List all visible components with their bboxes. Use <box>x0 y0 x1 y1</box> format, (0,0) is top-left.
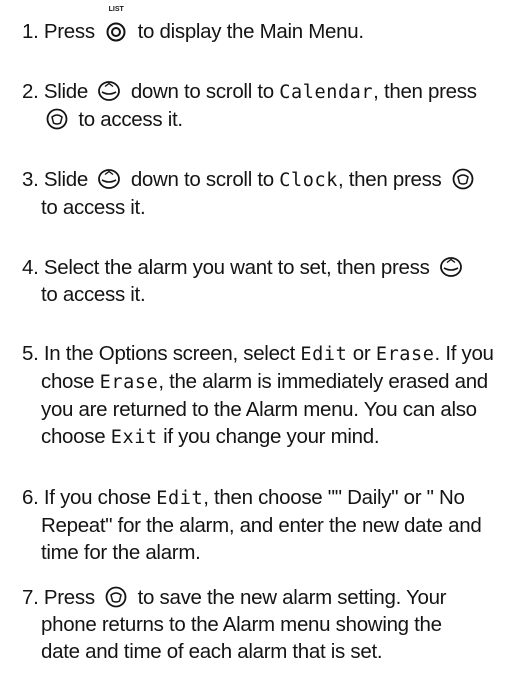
option-erase: Erase <box>99 372 159 393</box>
step-3: 3. Slide down to scroll to Clock, then p… <box>22 166 498 221</box>
nav-key-icon <box>97 80 121 102</box>
step-text: , then press <box>337 168 442 191</box>
step-number: 1. <box>22 20 39 43</box>
step-number: 3. <box>22 168 39 191</box>
step-text: If you chose <box>43 486 151 509</box>
option-exit: Exit <box>110 427 158 448</box>
list-key-icon: LIST <box>104 6 128 42</box>
step-number: 6. <box>22 486 39 509</box>
select-key-icon <box>451 168 475 190</box>
step-1: 1. Press LIST to display the Main Menu. <box>22 6 498 45</box>
step-text: date and time of each alarm that is set. <box>41 640 383 663</box>
step-text: choose <box>41 425 106 448</box>
step-text: down to scroll to <box>130 80 274 103</box>
step-text: . If you <box>434 342 494 365</box>
step-text: to display the Main Menu. <box>137 20 364 43</box>
select-key-icon <box>45 108 69 130</box>
step-text: you are returned to the Alarm menu. You … <box>41 398 477 421</box>
step-5: 5. In the Options screen, select Edit or… <box>22 340 498 451</box>
menu-item-clock: Clock <box>279 170 338 191</box>
step-text: Press <box>43 586 95 609</box>
step-text: to access it. <box>41 196 146 219</box>
step-text: Press <box>43 20 95 43</box>
step-text: or <box>352 342 371 365</box>
nav-key-icon <box>439 256 463 278</box>
step-text: time for the alarm. <box>41 541 201 564</box>
step-7: 7. Press to save the new alarm setting. … <box>22 584 498 665</box>
step-text: phone returns to the Alarm menu showing … <box>41 613 442 636</box>
step-text: In the Options screen, select <box>43 342 296 365</box>
step-6: 6. If you chose Edit, then choose "" Dai… <box>22 484 498 566</box>
step-4: 4. Select the alarm you want to set, the… <box>22 254 498 308</box>
option-erase: Erase <box>375 344 435 365</box>
step-text: down to scroll to <box>130 168 274 191</box>
step-text: to access it. <box>78 108 183 131</box>
step-number: 4. <box>22 256 39 279</box>
step-number: 7. <box>22 586 39 609</box>
step-text: to save the new alarm setting. Your <box>137 586 447 609</box>
step-text: , then choose "" Daily" or " No <box>203 486 465 509</box>
step-text: Slide <box>43 80 88 103</box>
step-2: 2. Slide down to scroll to Calendar, the… <box>22 78 498 133</box>
select-key-icon <box>104 586 128 608</box>
step-text: Repeat" for the alarm, and enter the new… <box>41 514 482 537</box>
menu-item-calendar: Calendar <box>279 82 374 103</box>
step-number: 5. <box>22 342 39 365</box>
step-text: , the alarm is immediately erased and <box>158 370 488 393</box>
step-number: 2. <box>22 80 39 103</box>
option-edit: Edit <box>300 344 348 365</box>
option-edit: Edit <box>156 488 204 509</box>
step-text: , then press <box>373 80 477 103</box>
step-text: Slide <box>43 168 88 191</box>
nav-key-icon <box>97 168 121 190</box>
list-key-caption: LIST <box>108 6 124 13</box>
step-text: if you change your mind. <box>163 425 380 448</box>
step-text: chose <box>41 370 95 393</box>
step-text: Select the alarm you want to set, then p… <box>43 256 430 279</box>
step-text: to access it. <box>41 283 146 306</box>
